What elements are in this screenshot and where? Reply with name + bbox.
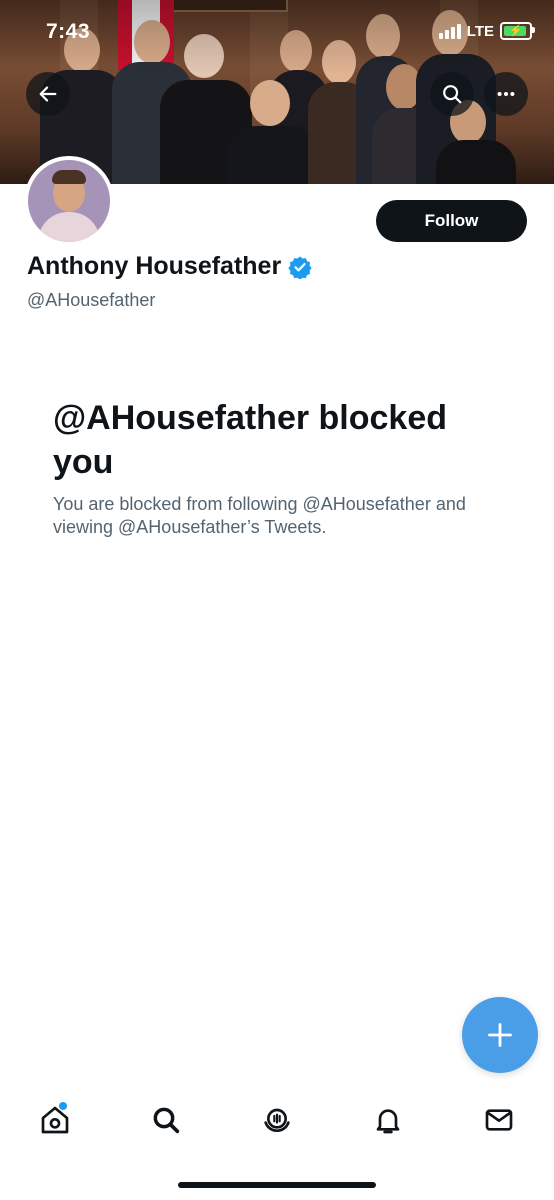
search-icon <box>443 85 462 104</box>
more-button[interactable] <box>484 72 528 116</box>
bottom-tab-bar <box>0 1090 554 1150</box>
profile-name-row: Anthony Housefather <box>27 252 312 281</box>
messages-icon <box>485 1109 513 1131</box>
follow-button[interactable]: Follow <box>376 200 527 242</box>
back-arrow-icon <box>39 86 57 102</box>
home-indicator <box>178 1182 376 1188</box>
home-icon <box>41 1106 69 1134</box>
signal-icon <box>438 23 461 39</box>
network-label: LTE <box>466 22 494 40</box>
more-icon <box>497 91 515 97</box>
display-name: Anthony Housefather <box>27 252 282 280</box>
blocked-description: You are blocked from following @AHousefa… <box>53 494 466 537</box>
search-icon <box>153 1107 180 1134</box>
status-time: 7:43 <box>46 20 91 43</box>
back-button[interactable] <box>26 72 70 116</box>
status-indicators: LTE ⚡ <box>438 22 535 40</box>
spaces-icon <box>264 1108 290 1132</box>
tab-messages[interactable] <box>469 1090 529 1150</box>
tab-spaces[interactable] <box>247 1090 307 1150</box>
notification-dot <box>59 1102 67 1110</box>
tab-home[interactable] <box>25 1090 85 1150</box>
tab-search[interactable] <box>136 1090 196 1150</box>
profile-avatar[interactable] <box>24 156 114 246</box>
battery-icon: ⚡ <box>500 22 535 40</box>
plus-icon <box>488 1023 512 1047</box>
search-button[interactable] <box>430 72 474 116</box>
compose-tweet-button[interactable] <box>462 997 538 1073</box>
blocked-title: @AHousefather blocked you <box>53 399 448 481</box>
profile-handle: @AHousefather <box>27 290 156 310</box>
notifications-icon <box>376 1109 400 1134</box>
verified-badge-icon[interactable] <box>288 255 312 279</box>
tab-notifications[interactable] <box>358 1090 418 1150</box>
